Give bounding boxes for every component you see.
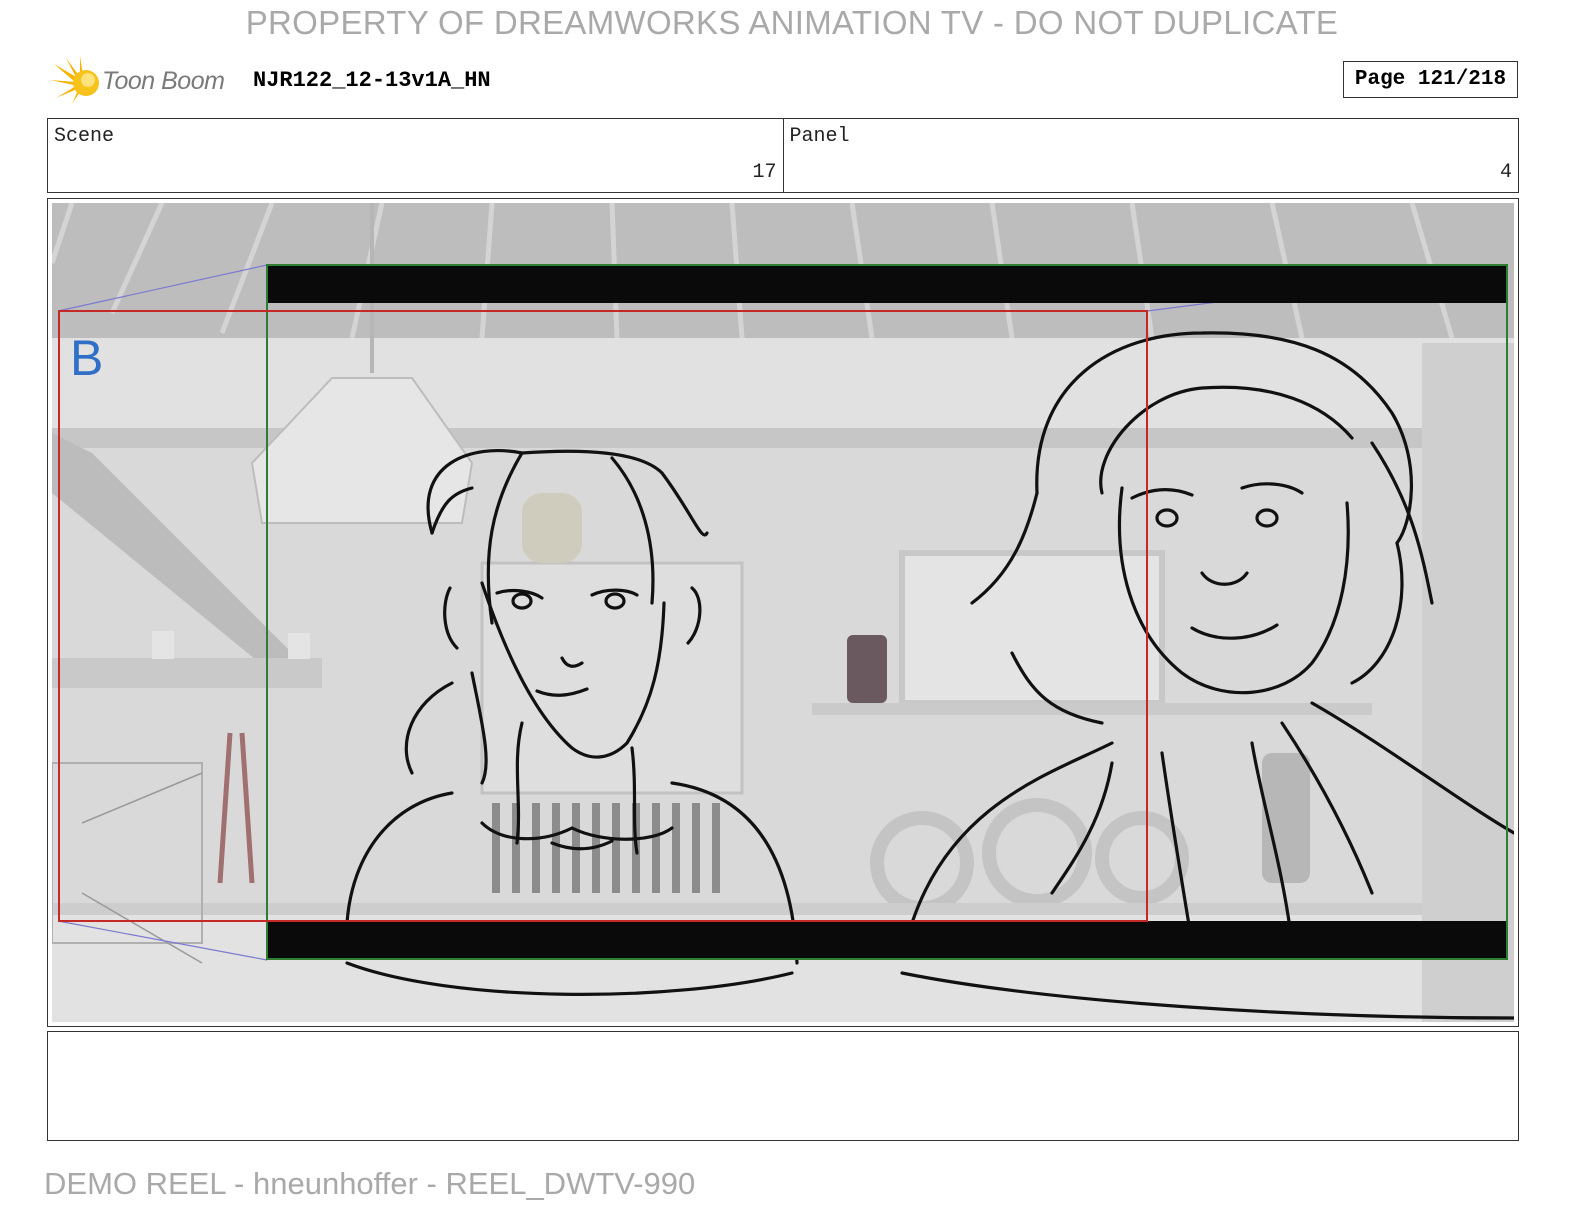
panel-notes-box — [47, 1031, 1519, 1141]
letterbox-bottom — [268, 921, 1506, 958]
scene-label: Scene — [54, 125, 115, 148]
wall-frame — [899, 550, 1165, 706]
toon-boom-logo: Toon Boom — [50, 54, 240, 108]
left-shelf — [52, 658, 322, 688]
storyboard-panel-drawing: B — [52, 203, 1514, 1022]
starburst-icon — [50, 56, 99, 104]
scene-cell: Scene 17 — [48, 119, 783, 192]
watermark-top: PROPERTY OF DREAMWORKS ANIMATION TV - DO… — [245, 4, 1339, 41]
project-name: NJR122_12-13v1A_HN — [253, 68, 491, 93]
letterbox-top — [268, 266, 1506, 303]
right-shelf — [812, 703, 1372, 715]
logo-text: Toon Boom — [102, 66, 225, 95]
layer-marker: B — [70, 330, 103, 386]
scene-panel-info: Scene 17 Panel 4 — [47, 118, 1519, 193]
panel-label: Panel — [789, 125, 850, 148]
panel-value: 4 — [1499, 161, 1512, 184]
watermark-bottom: DEMO REEL - hneunhoffer - REEL_DWTV-990 — [44, 1166, 696, 1201]
scene-value: 17 — [752, 161, 777, 184]
jar — [847, 635, 887, 703]
panel-cell: Panel 4 — [782, 119, 1519, 192]
page-indicator: Page 121/218 — [1343, 61, 1518, 98]
